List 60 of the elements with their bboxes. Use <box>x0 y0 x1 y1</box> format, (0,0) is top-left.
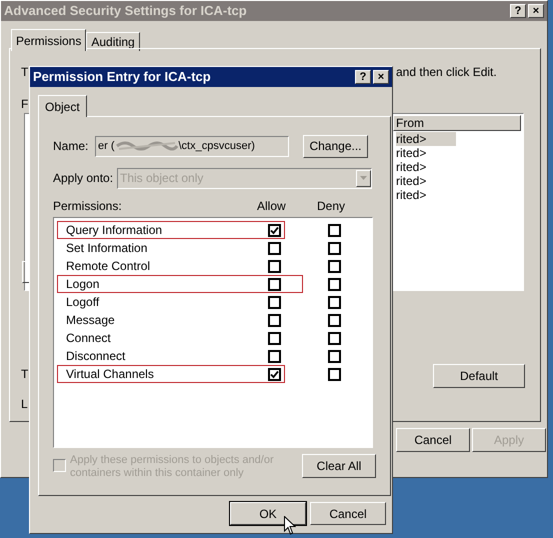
permission-name: Connect <box>66 330 112 347</box>
checkbox[interactable] <box>268 350 281 362</box>
permission-name: Virtual Channels <box>66 366 155 383</box>
checkbox[interactable] <box>268 260 281 272</box>
column-header: Allow <box>257 198 287 215</box>
permission-name: Message <box>66 312 116 329</box>
name-label: Name: <box>53 138 89 155</box>
default-button[interactable]: Default <box>433 364 525 388</box>
tab[interactable]: Auditing <box>86 32 140 51</box>
checkbox[interactable] <box>328 278 341 290</box>
ok-button[interactable]: OK <box>230 502 306 525</box>
instruction-text: and then click Edit. <box>396 64 497 81</box>
permission-name: Logoff <box>66 294 100 311</box>
label-text: T <box>21 366 28 383</box>
checkbox[interactable] <box>268 368 281 380</box>
table-cell[interactable]: rited> <box>396 188 456 202</box>
checkbox[interactable] <box>268 224 281 236</box>
checkbox[interactable] <box>328 242 341 254</box>
clear-all-button[interactable]: Clear All <box>302 454 376 478</box>
checkbox[interactable] <box>268 332 281 344</box>
permission-name: Disconnect <box>66 348 126 365</box>
label-text: F <box>21 96 28 113</box>
cancel-button[interactable]: Cancel <box>310 502 386 525</box>
close-button[interactable]: × <box>528 4 544 18</box>
permission-name: Query Information <box>66 222 164 239</box>
checkbox[interactable] <box>328 332 341 344</box>
checkbox[interactable] <box>328 296 341 308</box>
checkbox[interactable] <box>328 224 341 236</box>
checkbox[interactable] <box>268 314 281 326</box>
tab[interactable]: Object <box>38 95 87 117</box>
column-header: From <box>393 115 521 131</box>
table-cell[interactable]: rited> <box>396 146 456 160</box>
column-header: Deny <box>317 198 346 215</box>
table-cell[interactable]: rited> <box>396 160 456 174</box>
cancel-button[interactable]: Cancel <box>396 428 470 452</box>
close-button[interactable]: × <box>373 70 389 84</box>
name-field[interactable]: er ( \ctx_cpsvcuser) <box>95 136 289 156</box>
label-text: T <box>21 64 28 81</box>
checkbox[interactable] <box>328 368 341 380</box>
change-button[interactable]: Change... <box>303 134 368 158</box>
checkbox[interactable] <box>328 350 341 362</box>
tab[interactable]: Permissions <box>11 29 86 51</box>
dialog-title: Permission Entry for ICA-tcp <box>33 68 211 86</box>
help-button[interactable]: ? <box>355 70 371 84</box>
checkbox[interactable] <box>328 260 341 272</box>
help-button[interactable]: ? <box>510 4 526 18</box>
apply-onto-label: Apply onto: <box>53 170 111 187</box>
redaction-icon <box>114 140 178 152</box>
window-title: Advanced Security Settings for ICA-tcp <box>4 2 247 20</box>
table-cell[interactable]: rited> <box>396 174 456 188</box>
checkbox[interactable] <box>268 242 281 254</box>
permission-name: Set Information <box>66 240 148 257</box>
permission-name: Remote Control <box>66 258 152 275</box>
permission-name: Logon <box>66 276 100 293</box>
label-text: L <box>21 396 28 413</box>
checkbox[interactable] <box>268 278 281 290</box>
table-cell[interactable]: rited> <box>396 132 456 146</box>
checkbox[interactable] <box>328 314 341 326</box>
permissions-label: Permissions: <box>53 198 123 215</box>
checkbox[interactable] <box>268 296 281 308</box>
